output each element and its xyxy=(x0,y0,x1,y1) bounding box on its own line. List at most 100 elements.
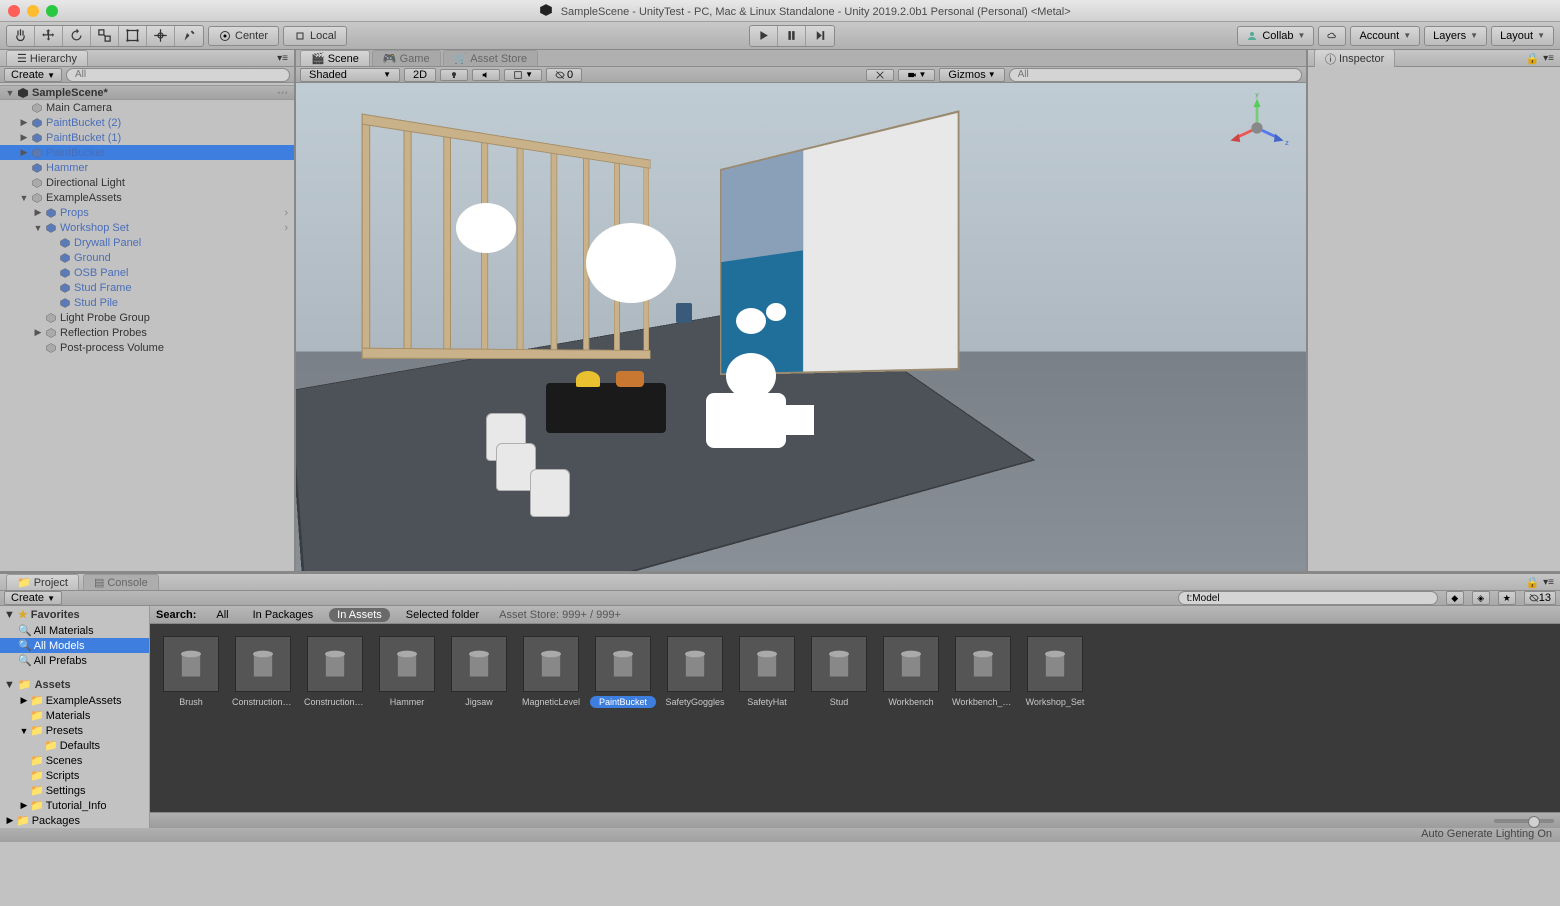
hierarchy-item[interactable]: Post-process Volume xyxy=(0,340,294,355)
lighting-toggle-button[interactable] xyxy=(440,69,468,81)
hierarchy-item[interactable]: Ground xyxy=(0,250,294,265)
hierarchy-item[interactable]: ▼ ExampleAssets xyxy=(0,190,294,205)
hierarchy-create-dropdown[interactable]: Create ▼ xyxy=(4,68,62,82)
asset-item[interactable]: Workbench_L... xyxy=(954,636,1012,708)
favorite-item[interactable]: 🔍All Materials xyxy=(0,623,149,638)
hierarchy-item[interactable]: ▶ PaintBucket (1) xyxy=(0,130,294,145)
transform-tool-button[interactable] xyxy=(147,26,175,46)
open-prefab-icon[interactable]: › xyxy=(284,222,288,234)
step-button[interactable] xyxy=(806,26,834,46)
custom-tool-button[interactable] xyxy=(175,26,203,46)
tab-asset-store[interactable]: 🛒Asset Store xyxy=(443,50,539,66)
scene-search-input[interactable] xyxy=(1009,68,1302,82)
hierarchy-item[interactable]: ▶ Reflection Probes xyxy=(0,325,294,340)
tab-console[interactable]: ▤Console xyxy=(83,574,159,590)
assets-header[interactable]: ▼📁Assets xyxy=(0,676,149,693)
gizmos-dropdown[interactable]: Gizmos ▼ xyxy=(939,68,1004,82)
shading-mode-dropdown[interactable]: Shaded▼ xyxy=(300,68,400,82)
thumbnail-size-slider[interactable] xyxy=(1494,819,1554,823)
asset-item[interactable]: SafetyGoggles xyxy=(666,636,724,708)
scene-camera-button[interactable]: ▼ xyxy=(898,69,936,81)
pause-button[interactable] xyxy=(778,26,806,46)
rect-tool-button[interactable] xyxy=(119,26,147,46)
search-by-label-button[interactable]: ◈ xyxy=(1472,591,1490,605)
hierarchy-item[interactable]: ▶ Props › xyxy=(0,205,294,220)
hidden-packages-button[interactable]: 13 xyxy=(1524,591,1556,605)
collab-dropdown[interactable]: Collab▼ xyxy=(1237,26,1314,46)
cloud-button[interactable] xyxy=(1318,26,1346,46)
close-window-button[interactable] xyxy=(8,5,20,17)
hierarchy-item[interactable]: ▼ Workshop Set › xyxy=(0,220,294,235)
asset-item[interactable]: Brush xyxy=(162,636,220,708)
save-search-button[interactable]: ★ xyxy=(1498,591,1516,605)
favorite-item[interactable]: 🔍All Prefabs xyxy=(0,653,149,668)
hand-tool-button[interactable] xyxy=(7,26,35,46)
pivot-mode-button[interactable]: Center xyxy=(208,26,279,46)
asset-item[interactable]: Stud xyxy=(810,636,868,708)
project-search-input[interactable] xyxy=(1178,591,1438,605)
hierarchy-item[interactable]: Drywall Panel xyxy=(0,235,294,250)
asset-item[interactable]: PaintBucket xyxy=(594,636,652,708)
tab-game[interactable]: 🎮Game xyxy=(372,50,441,66)
filter-in-packages[interactable]: In Packages xyxy=(245,608,322,622)
scene-header[interactable]: ▼ SampleScene* ⋯ xyxy=(0,85,294,100)
asset-item[interactable]: Jigsaw xyxy=(450,636,508,708)
pivot-rotation-button[interactable]: Local xyxy=(283,26,347,46)
scene-viewport[interactable]: y z xyxy=(296,83,1306,571)
filter-in-assets[interactable]: In Assets xyxy=(329,608,390,622)
panel-menu-icon[interactable]: ▾≡ xyxy=(277,53,288,64)
hierarchy-item[interactable]: Light Probe Group xyxy=(0,310,294,325)
folder-item[interactable]: 📁Scripts xyxy=(0,768,149,783)
asset-item[interactable]: Workshop_Set xyxy=(1026,636,1084,708)
hierarchy-item[interactable]: Directional Light xyxy=(0,175,294,190)
orientation-gizmo[interactable]: y z xyxy=(1222,93,1292,163)
scene-options-icon[interactable]: ⋯ xyxy=(277,86,288,99)
hierarchy-item[interactable]: OSB Panel xyxy=(0,265,294,280)
hierarchy-item[interactable]: ▶ PaintBucket xyxy=(0,145,294,160)
move-tool-button[interactable] xyxy=(35,26,63,46)
hierarchy-search-input[interactable] xyxy=(66,68,290,82)
hierarchy-tab[interactable]: ☰ Hierarchy xyxy=(6,50,88,66)
favorites-header[interactable]: ▼★Favorites xyxy=(0,606,149,623)
hierarchy-item[interactable]: Main Camera xyxy=(0,100,294,115)
asset-item[interactable]: Hammer xyxy=(378,636,436,708)
hierarchy-item[interactable]: ▶ PaintBucket (2) xyxy=(0,115,294,130)
folder-item[interactable]: ▶📁Tutorial_Info xyxy=(0,798,149,813)
scale-tool-button[interactable] xyxy=(91,26,119,46)
hidden-objects-button[interactable]: 0 xyxy=(546,68,582,82)
asset-item[interactable]: SafetyHat xyxy=(738,636,796,708)
folder-item[interactable]: 📁Settings xyxy=(0,783,149,798)
2d-toggle-button[interactable]: 2D xyxy=(404,68,436,82)
play-button[interactable] xyxy=(750,26,778,46)
packages-folder[interactable]: ▶📁Packages xyxy=(0,813,149,828)
asset-item[interactable]: Workbench xyxy=(882,636,940,708)
maximize-window-button[interactable] xyxy=(46,5,58,17)
audio-toggle-button[interactable] xyxy=(472,69,500,81)
hierarchy-item[interactable]: Stud Pile xyxy=(0,295,294,310)
filter-all[interactable]: All xyxy=(208,608,236,622)
minimize-window-button[interactable] xyxy=(27,5,39,17)
folder-item[interactable]: 📁Defaults xyxy=(0,738,149,753)
folder-item[interactable]: 📁Scenes xyxy=(0,753,149,768)
open-prefab-icon[interactable]: › xyxy=(284,207,288,219)
inspector-tab[interactable]: ⓘ Inspector xyxy=(1314,49,1395,68)
asset-item[interactable]: MagneticLevel xyxy=(522,636,580,708)
rotate-tool-button[interactable] xyxy=(63,26,91,46)
fx-toggle-button[interactable]: ▼ xyxy=(504,69,542,81)
layout-dropdown[interactable]: Layout▼ xyxy=(1491,26,1554,46)
account-dropdown[interactable]: Account▼ xyxy=(1350,26,1420,46)
layers-dropdown[interactable]: Layers▼ xyxy=(1424,26,1487,46)
tab-scene[interactable]: 🎬Scene xyxy=(300,50,370,66)
folder-item[interactable]: ▶📁ExampleAssets xyxy=(0,693,149,708)
asset-store-count[interactable]: Asset Store: 999+ / 999+ xyxy=(499,609,621,621)
asset-item[interactable]: ConstructionL... xyxy=(306,636,364,708)
lighting-status[interactable]: Auto Generate Lighting On xyxy=(1421,828,1552,840)
asset-item[interactable]: ConstructionL... xyxy=(234,636,292,708)
hierarchy-item[interactable]: Stud Frame xyxy=(0,280,294,295)
favorite-item[interactable]: 🔍All Models xyxy=(0,638,149,653)
folder-item[interactable]: ▼📁Presets xyxy=(0,723,149,738)
folder-item[interactable]: 📁Materials xyxy=(0,708,149,723)
lock-icon[interactable]: 🔒 xyxy=(1525,576,1539,589)
panel-menu-icon[interactable]: ▾≡ xyxy=(1543,577,1554,588)
scene-tools-button[interactable] xyxy=(866,69,894,81)
